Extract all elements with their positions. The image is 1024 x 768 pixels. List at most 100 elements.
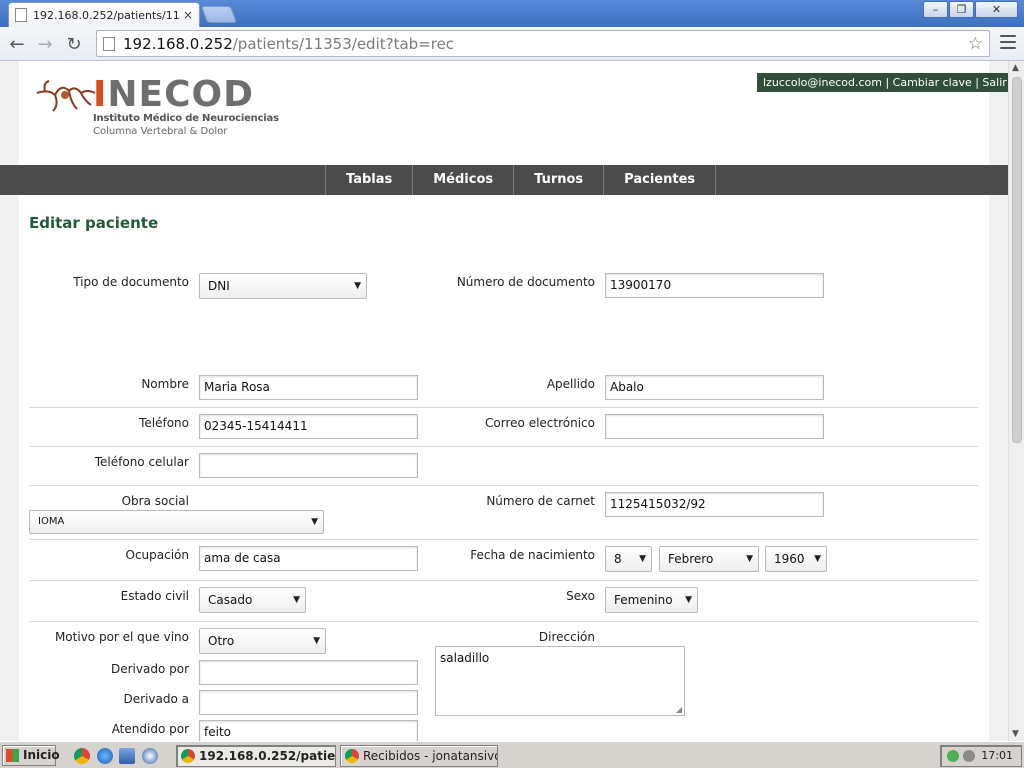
fecha-nacimiento-label: Fecha de nacimiento [470, 548, 595, 562]
telefono-input[interactable]: 02345-15414411 [199, 414, 418, 439]
scroll-down-icon[interactable]: ▼ [1012, 729, 1019, 739]
derivado-por-label: Derivado por [110, 662, 189, 676]
chrome-icon [181, 749, 195, 763]
chevron-down-icon: ▼ [354, 281, 361, 291]
media-player-quicklaunch-icon[interactable] [142, 748, 158, 764]
chevron-down-icon: ▼ [639, 554, 646, 564]
logo-wordmark: INECOD [93, 74, 255, 115]
divider [29, 539, 978, 540]
tipo-documento-select[interactable]: DNI ▼ [199, 273, 367, 299]
page-icon [15, 8, 27, 22]
birth-day-select[interactable]: 8 ▼ [605, 546, 652, 572]
windows-flag-icon [6, 749, 19, 762]
chrome-icon [345, 749, 359, 763]
clock[interactable]: 17:01 [981, 749, 1013, 762]
correo-label: Correo electrónico [485, 416, 595, 430]
page-title: Editar paciente [29, 214, 159, 232]
birth-year-select[interactable]: 1960 ▼ [765, 546, 827, 572]
desktop-quicklaunch-icon[interactable] [119, 748, 135, 764]
direccion-label: Dirección [538, 630, 595, 644]
divider [29, 621, 978, 622]
page-scrollbar[interactable]: ▲ ▼ [1008, 61, 1024, 741]
url-path: /patients/11353/edit?tab=rec [232, 34, 455, 53]
motivo-select[interactable]: Otro ▼ [199, 628, 326, 654]
divider [29, 446, 978, 447]
window-controls: – ❐ ✕ [922, 1, 1018, 18]
atendido-por-input[interactable]: feito [199, 720, 418, 741]
ocupacion-label: Ocupación [125, 548, 190, 562]
chevron-down-icon: ▼ [313, 636, 320, 646]
start-button[interactable]: Inicio [2, 745, 60, 766]
back-button[interactable]: ← [6, 33, 28, 55]
browser-titlebar: 192.168.0.252/patients/113 × – ❐ ✕ [0, 0, 1024, 27]
divider [29, 485, 978, 486]
obra-social-label: Obra social [121, 494, 189, 508]
inecod-logo[interactable]: INECOD Instituto Médico de Neurociencias… [35, 77, 295, 147]
ie-quicklaunch-icon[interactable] [97, 748, 113, 764]
ocupacion-input[interactable]: ama de casa [199, 546, 418, 571]
browser-tab[interactable]: 192.168.0.252/patients/113 × [8, 2, 200, 27]
tray-network-icon[interactable] [947, 750, 959, 762]
scroll-up-icon[interactable]: ▲ [1012, 63, 1019, 73]
numero-carnet-input[interactable]: 1125415032/92 [605, 492, 824, 517]
tab-title: 192.168.0.252/patients/113 [33, 8, 179, 22]
browser-toolbar: ← → ↻ 192.168.0.252/patients/11353/edit?… [0, 27, 1024, 61]
new-tab-button[interactable] [200, 6, 238, 23]
scrollbar-thumb[interactable] [1012, 77, 1022, 443]
menu-icon[interactable] [1000, 35, 1016, 53]
correo-input[interactable] [605, 414, 824, 439]
motivo-label: Motivo por el que vino [54, 630, 189, 644]
nombre-label: Nombre [141, 377, 189, 391]
chevron-down-icon: ▼ [293, 595, 300, 605]
address-bar[interactable]: 192.168.0.252/patients/11353/edit?tab=re… [96, 30, 990, 57]
chevron-down-icon: ▼ [814, 554, 821, 564]
birth-month-select[interactable]: Febrero ▼ [659, 546, 759, 572]
close-window-button[interactable]: ✕ [975, 1, 1018, 18]
estado-civil-select[interactable]: Casado ▼ [199, 587, 306, 613]
direccion-textarea[interactable]: saladillo ◢ [435, 646, 685, 716]
page-content: INECOD Instituto Médico de Neurociencias… [0, 61, 1008, 741]
estado-civil-label: Estado civil [120, 589, 189, 603]
chevron-down-icon: ▼ [311, 517, 318, 527]
forward-button[interactable]: → [34, 33, 56, 55]
taskbar-item-chrome[interactable]: 192.168.0.252/patien... [176, 745, 336, 767]
logo-subtitle: Instituto Médico de Neurociencias [93, 113, 279, 124]
nav-item-turnos[interactable]: Turnos [514, 165, 605, 195]
logo-tagline: Columna Vertebral & Dolor [93, 126, 228, 137]
nav-item-pacientes[interactable]: Pacientes [604, 165, 717, 195]
numero-documento-input[interactable]: 13900170 [605, 273, 824, 298]
neuron-logo-icon [36, 80, 96, 112]
derivado-por-input[interactable] [199, 660, 418, 685]
resize-grip-icon[interactable]: ◢ [676, 705, 682, 714]
reload-button[interactable]: ↻ [63, 33, 85, 55]
minimize-button[interactable]: – [923, 1, 948, 18]
nombre-input[interactable]: Maria Rosa [199, 375, 418, 400]
chevron-down-icon: ▼ [746, 554, 753, 564]
numero-carnet-label: Número de carnet [486, 494, 595, 508]
derivado-a-label: Derivado a [123, 692, 189, 706]
telefono-label: Teléfono [139, 416, 189, 430]
nav-item-tablas[interactable]: Tablas [326, 165, 414, 195]
chrome-quicklaunch-icon[interactable] [74, 748, 90, 764]
system-tray: 17:01 [940, 745, 1022, 767]
nav-item-medicos[interactable]: Médicos [413, 165, 515, 195]
derivado-a-input[interactable] [199, 690, 418, 715]
sexo-select[interactable]: Femenino ▼ [605, 587, 698, 613]
restore-button[interactable]: ❐ [949, 1, 974, 18]
telefono-celular-input[interactable] [199, 453, 418, 478]
bookmark-star-icon[interactable]: ☆ [968, 34, 983, 54]
chevron-down-icon: ▼ [685, 595, 692, 605]
sexo-label: Sexo [566, 589, 595, 603]
close-tab-icon[interactable]: × [183, 8, 193, 22]
apellido-input[interactable]: Abalo [605, 375, 824, 400]
telefono-celular-label: Teléfono celular [94, 455, 189, 469]
taskbar-item-gmail[interactable]: Recibidos - jonatansivori... [340, 745, 498, 767]
user-links[interactable]: lzuccolo@inecod.com | Cambiar clave | Sa… [757, 73, 1008, 92]
obra-social-select[interactable]: IOMA ▼ [29, 510, 324, 534]
atendido-por-label: Atendido por [111, 722, 189, 736]
divider [29, 407, 978, 408]
tray-app-icon[interactable] [963, 750, 975, 762]
url-host: 192.168.0.252 [123, 34, 233, 53]
apellido-label: Apellido [546, 377, 595, 391]
page-icon [103, 36, 115, 51]
